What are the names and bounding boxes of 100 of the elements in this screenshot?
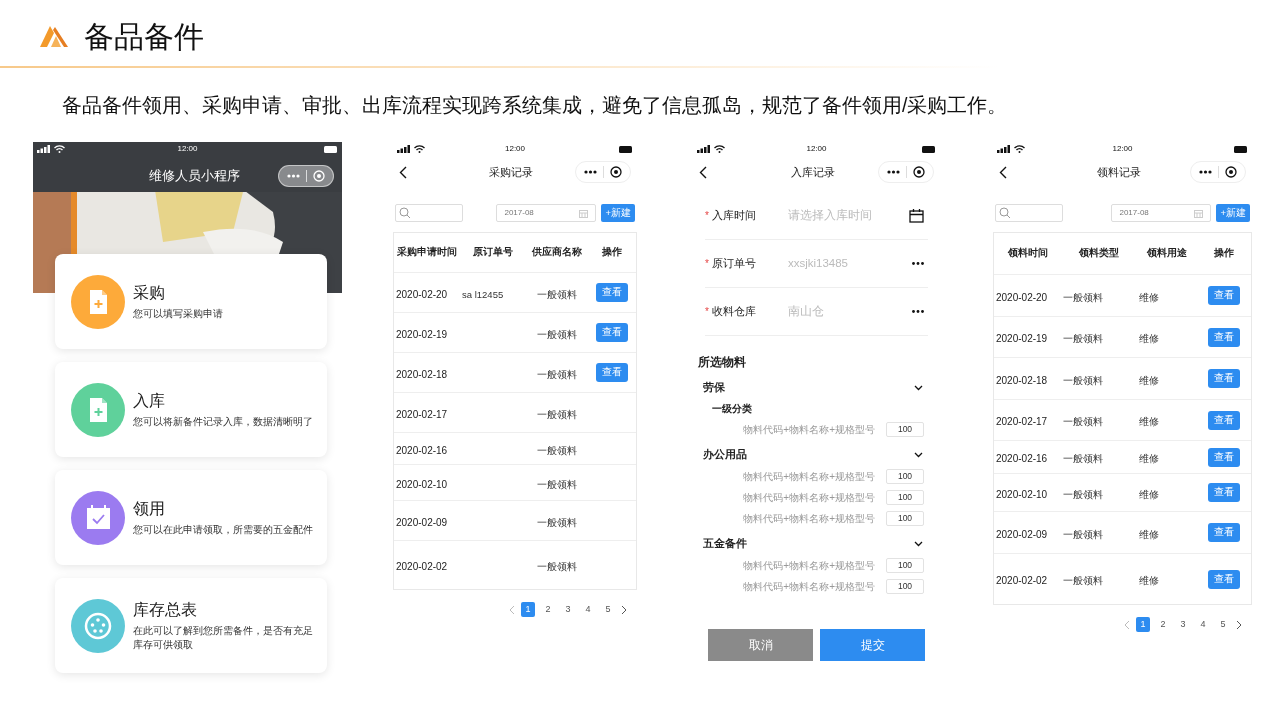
view-button[interactable]: 查看 xyxy=(1208,410,1240,430)
more-icon[interactable] xyxy=(912,262,924,265)
more-icon[interactable] xyxy=(912,310,924,313)
column-header: 操作 xyxy=(1213,246,1235,261)
back-icon[interactable] xyxy=(399,165,407,179)
view-button[interactable]: 查看 xyxy=(596,323,628,342)
material-name: 物料代码+物料名称+规格型号 xyxy=(743,470,875,485)
view-button[interactable]: 查看 xyxy=(1208,447,1240,467)
search-icon xyxy=(399,207,411,219)
back-icon[interactable] xyxy=(999,165,1007,179)
chevron-icon[interactable] xyxy=(914,452,923,459)
page-button[interactable]: 2 xyxy=(1156,617,1170,632)
page-title: 采购记录 xyxy=(489,164,533,180)
battery-icon xyxy=(1234,145,1248,153)
next-icon[interactable] xyxy=(1236,619,1242,630)
capsule-menu[interactable] xyxy=(575,161,631,183)
material-name: 物料代码+物料名称+规格型号 xyxy=(743,559,875,574)
form-field[interactable]: 南山仓 xyxy=(787,302,912,321)
field-label: 原订单号 xyxy=(711,256,757,272)
back-icon[interactable] xyxy=(699,165,707,179)
subgroup-title: 一级分类 xyxy=(711,402,753,417)
page-button[interactable]: 1 xyxy=(521,602,535,617)
page-button[interactable]: 4 xyxy=(1196,617,1210,632)
calendar-icon xyxy=(71,490,125,545)
table-cell: 2020-02-20 xyxy=(996,291,1048,303)
wifi-icon xyxy=(1014,145,1025,153)
table-cell: 一般领料 xyxy=(1063,416,1103,427)
table-cell: 维修 xyxy=(1139,374,1159,386)
view-button[interactable]: 查看 xyxy=(1208,569,1240,589)
view-button[interactable]: 查看 xyxy=(596,283,628,302)
view-button[interactable]: 查看 xyxy=(1208,286,1240,305)
table-cell: 2020-02-16 xyxy=(996,453,1048,464)
search-field[interactable] xyxy=(995,204,1063,222)
feature-card[interactable]: 采购 您可以填写采购申请 xyxy=(55,254,327,349)
new-button[interactable]: +新建 xyxy=(601,204,635,222)
date-field[interactable]: 2017-08 xyxy=(1111,204,1212,222)
status-time: 12:00 xyxy=(177,143,198,155)
quantity-field[interactable]: 100 xyxy=(886,579,924,595)
card-description: 您可以在此申请领取，所需要的五金配件 xyxy=(133,522,314,537)
page-button[interactable]: 5 xyxy=(1216,617,1230,632)
chevron-icon[interactable] xyxy=(914,385,923,392)
view-button[interactable]: 查看 xyxy=(1208,369,1240,388)
page-button[interactable]: 5 xyxy=(601,602,615,617)
slide-description: 备品备件领用、采购申请、审批、出库流程实现跨系统集成，避免了信息孤岛，规范了备件领用/采购工作。 xyxy=(62,93,1009,118)
card-description: 在此可以了解到您所需备件，是否有充足库存可供领取 xyxy=(133,623,314,652)
table-cell: 2020-02-02 xyxy=(396,561,448,572)
quantity-field[interactable]: 100 xyxy=(886,511,924,527)
more-icon xyxy=(1199,170,1212,174)
table-cell: 一般领料 xyxy=(1063,488,1103,500)
material-name: 物料代码+物料名称+规格型号 xyxy=(743,512,875,527)
page-button[interactable]: 4 xyxy=(581,602,595,617)
feature-card[interactable]: 库存总表 在此可以了解到您所需备件，是否有充足库存可供领取 xyxy=(55,578,327,673)
next-icon[interactable] xyxy=(621,604,627,615)
more-icon xyxy=(887,170,900,174)
signal-icon xyxy=(697,145,711,153)
new-button[interactable]: +新建 xyxy=(1216,204,1250,222)
required-mark: * xyxy=(705,209,709,223)
column-header: 操作 xyxy=(601,245,623,260)
calendar-icon xyxy=(579,208,589,218)
view-button[interactable]: 查看 xyxy=(596,363,628,382)
quantity-field[interactable]: 100 xyxy=(886,558,924,574)
table-cell: 2020-02-20 xyxy=(396,288,448,300)
page-button[interactable]: 3 xyxy=(1176,617,1190,632)
column-header: 采购申请时间 xyxy=(396,245,458,260)
page-button[interactable]: 2 xyxy=(541,602,555,617)
quantity-field[interactable]: 100 xyxy=(886,490,924,506)
feature-card[interactable]: 领用 您可以在此申请领取，所需要的五金配件 xyxy=(55,470,327,565)
view-button[interactable]: 查看 xyxy=(1208,327,1240,347)
quantity-field[interactable]: 100 xyxy=(886,422,924,438)
required-mark: * xyxy=(705,257,709,271)
column-header: 供应商名称 xyxy=(531,245,583,260)
page-button[interactable]: 1 xyxy=(1136,617,1150,632)
table-cell: 维修 xyxy=(1139,528,1159,540)
view-button[interactable]: 查看 xyxy=(1208,483,1240,502)
search-field[interactable] xyxy=(395,204,463,222)
chevron-icon[interactable] xyxy=(914,541,923,548)
table-cell: 2020-02-09 xyxy=(996,528,1048,540)
page-button[interactable]: 3 xyxy=(561,602,575,617)
capsule-menu[interactable] xyxy=(1190,161,1246,183)
wifi-icon xyxy=(414,145,425,153)
status-time: 12:00 xyxy=(806,143,827,155)
table-cell: 2020-02-10 xyxy=(996,488,1048,500)
material-name: 物料代码+物料名称+规格型号 xyxy=(743,491,875,506)
capsule-menu[interactable] xyxy=(878,161,934,183)
table-cell: sa l12455 xyxy=(462,288,504,300)
table-cell: 一般领料 xyxy=(1063,575,1103,586)
form-field[interactable]: 请选择入库时间 xyxy=(787,206,909,225)
feature-card[interactable]: 入库 您可以将新备件记录入库，数据清晰明了 xyxy=(55,362,327,457)
wifi-icon xyxy=(54,145,65,153)
quantity-field[interactable]: 100 xyxy=(886,469,924,485)
submit-button[interactable]: 提交 xyxy=(820,629,925,662)
date-field[interactable]: 2017-08 xyxy=(496,204,597,222)
field-label: 收料仓库 xyxy=(711,304,757,320)
card-title: 领用 xyxy=(133,498,166,519)
form-field[interactable]: xxsjki13485 xyxy=(787,254,912,273)
cancel-button[interactable]: 取消 xyxy=(708,629,813,662)
calendar-icon[interactable] xyxy=(909,208,924,223)
table-cell: 维修 xyxy=(1139,333,1159,344)
view-button[interactable]: 查看 xyxy=(1208,523,1240,542)
table-cell: 2020-02-02 xyxy=(996,575,1048,586)
